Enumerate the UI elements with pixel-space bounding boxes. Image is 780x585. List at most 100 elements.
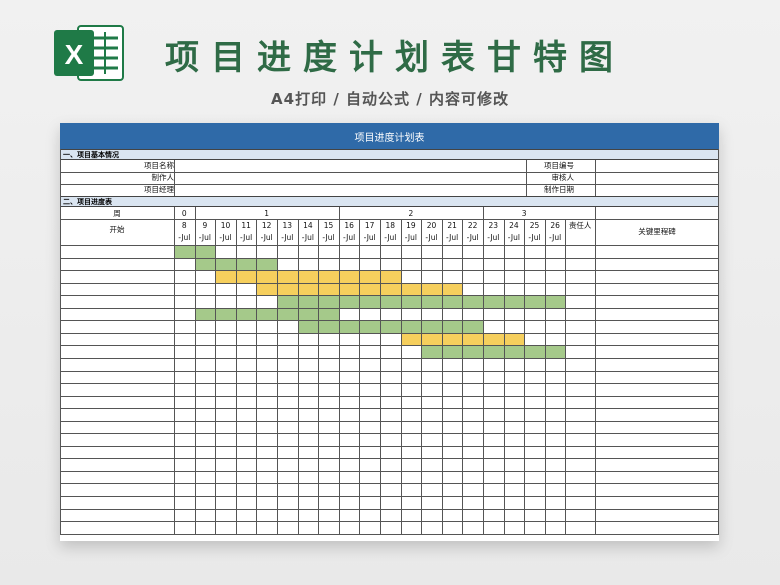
week-number: 1 [264,209,270,218]
day-month: -Jul [528,233,541,242]
grid-line [421,219,423,534]
grid-line [483,219,484,534]
day-number: 15 [323,221,334,230]
info-label: 项目名称 [144,161,174,170]
day-month: -Jul [343,233,356,242]
day-month: -Jul [240,233,253,242]
page-title: 项目进度计划表甘特图 [165,38,625,78]
week-number: 2 [408,209,414,218]
day-month: -Jul [322,233,335,242]
grid-line [60,270,719,272]
day-header: 25 -Jul [524,221,545,242]
day-header: 14 -Jul [298,221,319,242]
grid-line [544,219,546,534]
day-month: -Jul [466,233,479,242]
grid-line [338,207,340,219]
grid-line [718,149,719,534]
grid-line [359,219,361,534]
day-header: 8 -Jul [174,221,195,242]
grid-line [60,357,719,359]
day-header: 12 -Jul [256,221,277,242]
grid-line [60,345,719,347]
grid-line [174,219,175,534]
grid-line [60,533,719,535]
grid-line [60,458,719,460]
day-number: 25 [529,221,540,230]
excel-logo-icon: X [54,25,124,81]
day-header: 17 -Jul [359,221,380,242]
day-header: 22 -Jul [462,221,483,242]
grid-line [60,332,719,334]
day-number: 9 [202,221,208,230]
grid-line [380,219,381,534]
gantt-bar-6 [297,321,483,333]
day-month: -Jul [363,233,376,242]
day-month: -Jul [425,233,438,242]
grid-line [60,433,719,435]
day-number: 16 [344,221,354,230]
day-month: -Jul [384,233,397,242]
day-header: 11 -Jul [236,221,257,242]
day-number: 20 [426,221,437,230]
grid-line [483,207,484,219]
grid-line [60,483,719,485]
day-number: 13 [282,221,293,230]
gantt-bar-2 [215,271,401,283]
day-number: 8 [181,221,187,230]
day-number: 23 [488,221,499,230]
day-number: 26 [550,221,560,230]
day-number: 10 [220,221,231,230]
gantt-bar-8 [421,346,566,358]
spreadsheet: 项目进度计划表 一、项目基本情况 项目名称 项目编号 制作人 审核人 项目经理 制作日期 二、… [60,123,719,541]
start-header: 开始 [109,225,125,234]
day-number: 12 [261,221,272,230]
day-number: 11 [241,221,251,230]
day-number: 21 [447,221,457,230]
week-number: 3 [521,209,527,218]
grid-line [595,219,596,534]
grid-line [60,295,719,297]
info-label: 制作日期 [544,185,574,194]
grid-line [524,219,526,534]
day-month: -Jul [487,233,500,242]
grid-line [60,383,719,385]
day-month: -Jul [260,233,273,242]
week-number: 0 [181,209,187,218]
day-month: -Jul [178,233,191,242]
grid-line [595,207,596,219]
grid-line [235,219,237,534]
grid-line [60,219,719,220]
info-label: 制作人 [151,173,175,182]
week-label: 周 [113,209,121,218]
grid-line [256,219,258,534]
day-month: -Jul [549,233,562,242]
grid-line [338,219,340,534]
page-subtitle: A4打印 / 自动公式 / 内容可修改 [271,90,509,108]
grid-line [503,219,505,534]
day-header: 9 -Jul [195,221,216,242]
grid-line [215,219,217,534]
day-number: 24 [509,221,519,230]
day-number: 22 [467,221,478,230]
grid-line [60,496,719,497]
grid-line [60,470,719,472]
day-number: 18 [385,221,396,230]
grid-line [441,219,443,534]
day-header: 26 -Jul [545,221,566,242]
day-number: 19 [406,221,416,230]
grid-line [60,257,719,259]
day-header: 13 -Jul [277,221,298,242]
day-header: 21 -Jul [442,221,463,242]
day-header: 18 -Jul [380,221,401,242]
info-label: 项目经理 [144,185,174,194]
day-month: -Jul [507,233,520,242]
grid-line [277,219,278,534]
grid-line [60,508,719,510]
grid-line [60,395,719,397]
section-basic-info: 一、项目基本情况 [60,149,719,160]
grid-line [174,160,175,196]
owner-header: 责任人 [568,221,592,230]
day-header: 20 -Jul [421,221,442,242]
grid-line [60,282,719,284]
grid-line [194,219,196,534]
